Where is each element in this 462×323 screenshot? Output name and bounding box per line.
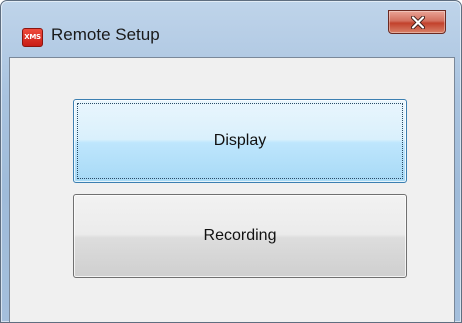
title-bar[interactable]: XMS Remote Setup bbox=[1, 1, 461, 49]
xms-app-icon: XMS bbox=[22, 28, 43, 47]
window-title: Remote Setup bbox=[51, 25, 160, 44]
dialog-content: Display Recording bbox=[9, 57, 455, 322]
remote-setup-window: XMS Remote Setup Display Recording bbox=[0, 0, 462, 323]
close-icon bbox=[411, 16, 425, 29]
display-button[interactable]: Display bbox=[73, 99, 407, 183]
recording-button-label: Recording bbox=[203, 227, 277, 244]
recording-button[interactable]: Recording bbox=[73, 194, 407, 278]
display-button-label: Display bbox=[213, 132, 267, 149]
close-button[interactable] bbox=[388, 10, 446, 34]
